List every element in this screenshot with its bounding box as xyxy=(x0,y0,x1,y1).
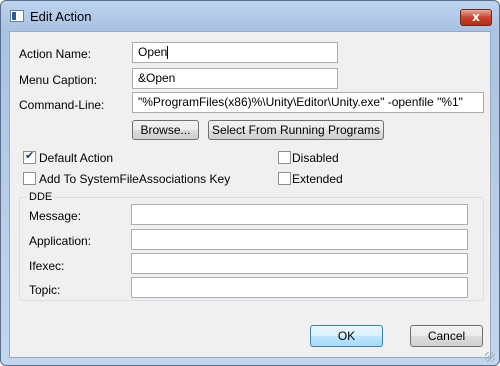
dde-application-label: Application: xyxy=(29,234,92,248)
title-bar[interactable]: Edit Action x xyxy=(1,1,499,31)
default-action-label[interactable]: Default Action xyxy=(39,151,113,165)
command-line-label: Command-Line: xyxy=(19,98,105,112)
dialog-body: Action Name: Open Menu Caption: &Open Co… xyxy=(9,31,491,358)
dde-topic-field[interactable] xyxy=(131,277,468,298)
dde-ifexec-field[interactable] xyxy=(131,253,468,274)
edit-action-window: Edit Action x Action Name: Open Menu Cap… xyxy=(0,0,500,366)
disabled-checkbox[interactable]: ✔ xyxy=(278,151,291,164)
select-running-programs-button[interactable]: Select From Running Programs xyxy=(208,120,384,140)
add-to-sfa-checkbox[interactable]: ✔ xyxy=(23,172,36,185)
dde-message-label: Message: xyxy=(29,209,82,223)
action-name-label: Action Name: xyxy=(19,47,92,61)
checkmark-icon: ✔ xyxy=(25,149,35,162)
command-line-field[interactable]: "%ProgramFiles(x86)%\Unity\Editor\Unity.… xyxy=(132,92,484,113)
dde-topic-label: Topic: xyxy=(29,283,61,297)
ok-button[interactable]: OK xyxy=(310,325,383,347)
dde-application-field[interactable] xyxy=(131,229,468,250)
resize-grip[interactable] xyxy=(485,352,495,362)
browse-button[interactable]: Browse... xyxy=(132,120,199,140)
dde-message-field[interactable] xyxy=(131,204,468,225)
disabled-label[interactable]: Disabled xyxy=(292,151,339,165)
cancel-button[interactable]: Cancel xyxy=(410,325,483,347)
close-button[interactable]: x xyxy=(460,9,492,26)
menu-caption-field[interactable]: &Open xyxy=(132,68,338,89)
dde-ifexec-label: Ifexec: xyxy=(29,259,65,273)
add-to-sfa-label[interactable]: Add To SystemFileAssociations Key xyxy=(39,172,230,186)
default-action-checkbox[interactable]: ✔ xyxy=(23,149,36,164)
extended-checkbox[interactable]: ✔ xyxy=(278,172,291,185)
action-name-field[interactable]: Open xyxy=(132,42,338,63)
menu-caption-label: Menu Caption: xyxy=(19,73,98,87)
dde-group-caption: DDE xyxy=(27,191,55,203)
window-icon xyxy=(10,10,24,22)
extended-label[interactable]: Extended xyxy=(292,172,343,186)
window-title: Edit Action xyxy=(30,9,92,24)
